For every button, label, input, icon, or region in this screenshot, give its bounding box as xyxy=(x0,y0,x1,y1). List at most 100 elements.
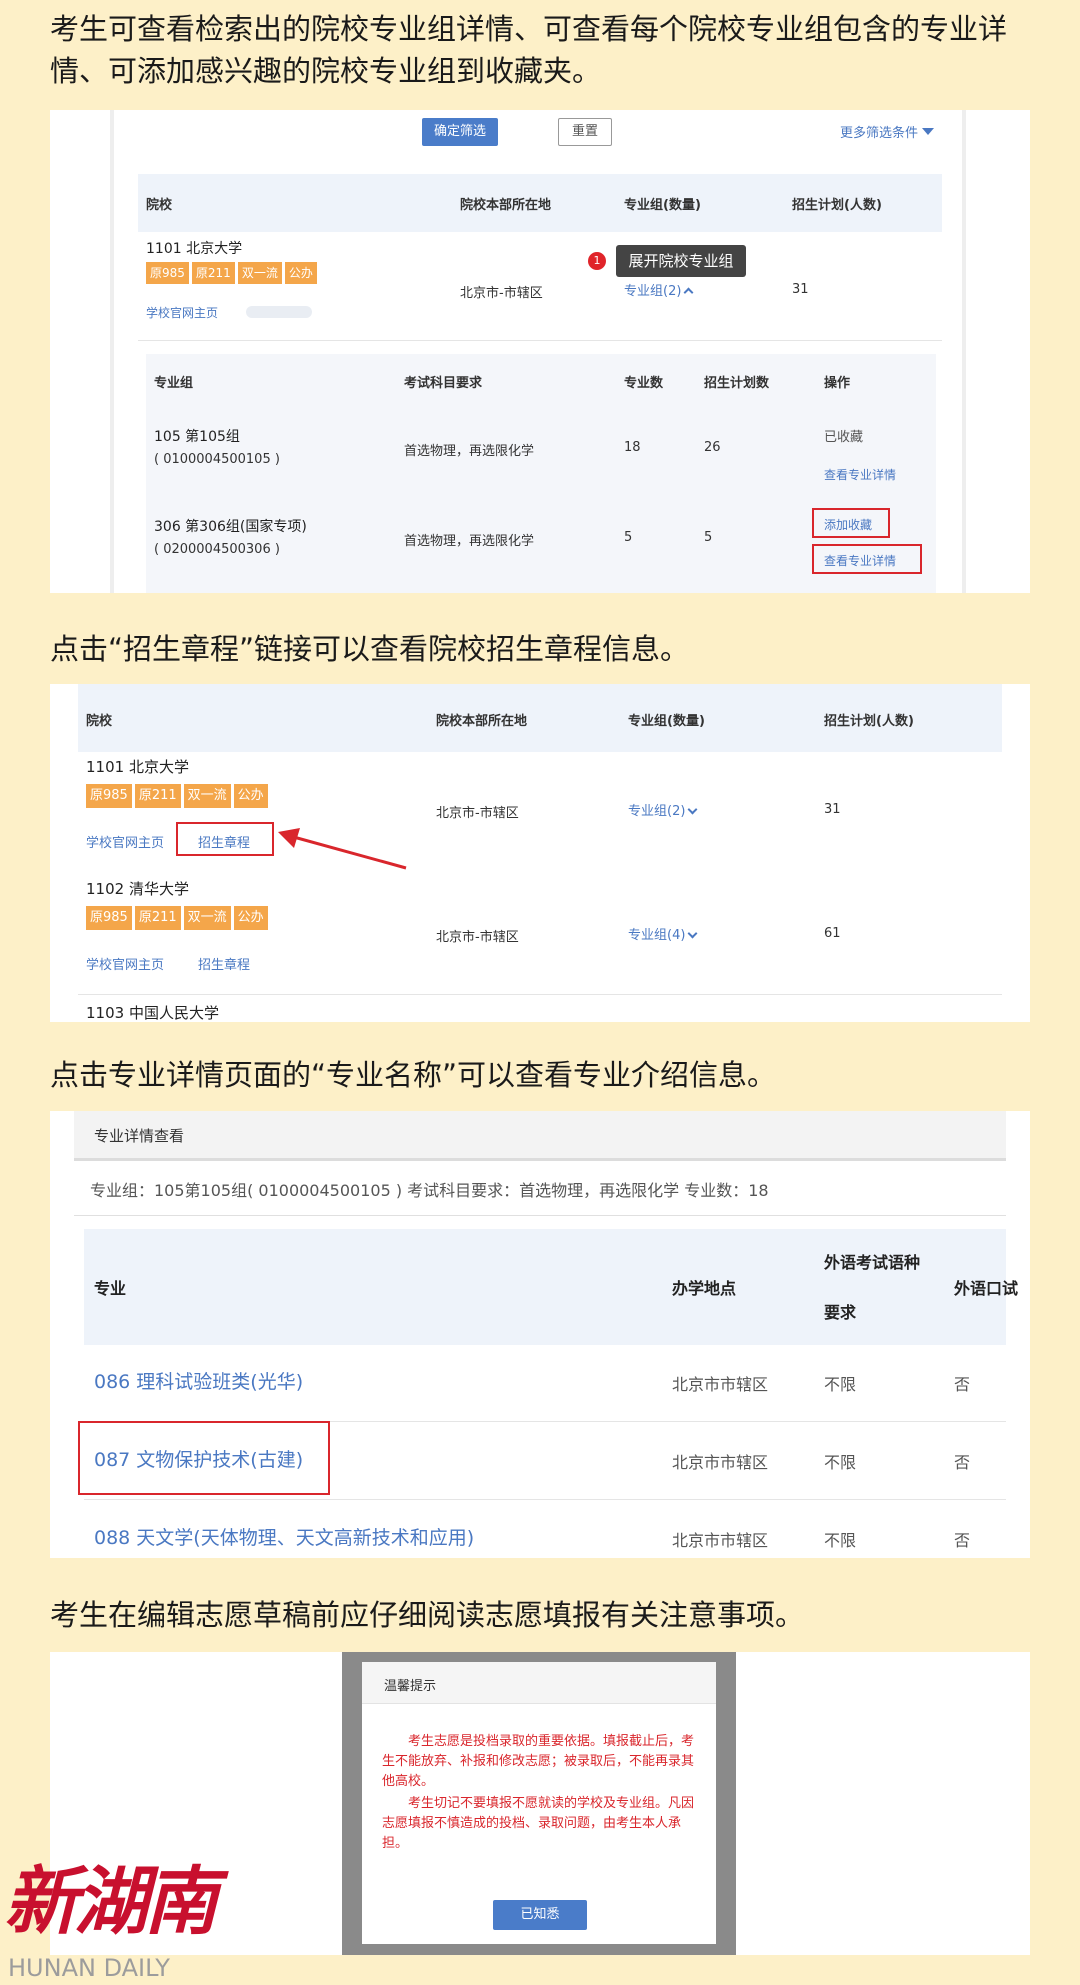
table-header xyxy=(84,1229,1006,1345)
group-name: 105 第105组 xyxy=(154,429,240,445)
header-plan: 招生计划(人数) xyxy=(792,198,882,213)
screenshot-group-details: 确定筛选 重置 更多筛选条件 院校 院校本部所在地 专业组(数量) 招生计划(人… xyxy=(50,110,1030,593)
school-name-partial: 1103 中国人民大学 xyxy=(86,1004,219,1022)
header-groups: 专业组(数量) xyxy=(624,198,701,213)
tag: 原211 xyxy=(134,906,181,930)
header-oral: 外语口试 xyxy=(954,1279,1019,1298)
major-location: 北京市市辖区 xyxy=(672,1375,769,1394)
tag: 原211 xyxy=(134,784,181,808)
groups-label: 专业组(4) xyxy=(628,928,686,943)
panel-edge xyxy=(110,110,114,593)
notice-paragraph-1: 考生志愿是投档录取的重要依据。填报截止后，考生不能放弃、补报和修改志愿；被录取后… xyxy=(382,1734,695,1789)
school-homepage-link[interactable]: 学校官网主页 xyxy=(86,954,164,973)
chevron-up-icon xyxy=(683,287,694,298)
tag: 双一流 xyxy=(183,784,231,808)
major-lang: 不限 xyxy=(824,1453,857,1472)
divider xyxy=(78,994,1002,995)
header-school: 院校 xyxy=(86,714,113,729)
major-name-link[interactable]: 087 文物保护技术(古建) xyxy=(94,1445,303,1472)
school-name: 1102 清华大学 xyxy=(86,880,189,898)
header-lang-req-2: 要求 xyxy=(824,1303,857,1322)
sub-header-subjects: 考试科目要求 xyxy=(404,376,483,391)
dialog-title: 温馨提示 xyxy=(384,1679,437,1694)
group-subjects: 首选物理，再选限化学 xyxy=(404,444,535,459)
major-oral: 否 xyxy=(954,1531,971,1550)
groups-label: 专业组(2) xyxy=(624,284,682,299)
school-tags: 原985 原211 双一流 公办 xyxy=(86,906,271,930)
major-oral: 否 xyxy=(954,1375,971,1394)
school-plan: 61 xyxy=(824,926,841,941)
blurred-url xyxy=(246,306,312,318)
tag: 公办 xyxy=(284,262,317,284)
major-lang: 不限 xyxy=(824,1375,857,1394)
school-location: 北京市-市辖区 xyxy=(460,286,543,301)
screenshot-charter-link: 院校 院校本部所在地 专业组(数量) 招生计划(人数) 1101 北京大学 原9… xyxy=(50,684,1030,1022)
school-homepage-link[interactable]: 学校官网主页 xyxy=(146,304,218,321)
expand-groups-link[interactable]: 专业组(2) xyxy=(628,800,698,819)
tag: 原211 xyxy=(191,262,235,284)
group-subjects: 首选物理，再选限化学 xyxy=(404,534,535,549)
view-major-details-link[interactable]: 查看专业详情 xyxy=(824,466,896,483)
header-school: 院校 xyxy=(146,198,173,213)
sub-header-group: 专业组 xyxy=(154,376,194,391)
group-majors: 5 xyxy=(624,530,633,545)
red-arrow-icon xyxy=(278,828,407,870)
add-favorite-link[interactable]: 添加收藏 xyxy=(824,516,872,533)
group-code: ( 0200004500306 ) xyxy=(154,542,280,557)
expand-groups-link[interactable]: 专业组(4) xyxy=(628,924,698,943)
school-tags: 原985 原211 双一流 公办 xyxy=(146,262,320,284)
group-plan: 5 xyxy=(704,530,713,545)
charter-link[interactable]: 招生章程 xyxy=(198,954,250,973)
view-major-details-link[interactable]: 查看专业详情 xyxy=(824,552,896,569)
major-oral: 否 xyxy=(954,1453,971,1472)
panel-edge xyxy=(962,110,966,593)
group-name: 306 第306组(国家专项) xyxy=(154,519,307,535)
school-location: 北京市-市辖区 xyxy=(436,930,519,945)
group-info: 专业组：105第105组( 0100004500105 ) 考试科目要求：首选物… xyxy=(90,1181,769,1200)
header-plan: 招生计划(人数) xyxy=(824,714,914,729)
group-majors: 18 xyxy=(624,440,641,455)
caption-4: 考生在编辑志愿草稿前应仔细阅读志愿填报有关注意事项。 xyxy=(50,1598,805,1632)
confirm-filter-button[interactable]: 确定筛选 xyxy=(422,118,498,146)
divider xyxy=(84,1499,1006,1500)
notice-paragraph-2: 考生切记不要填报不愿就读的学校及专业组。凡因志愿填报不慎造成的投档、录取问题，由… xyxy=(382,1796,695,1851)
dialog-title: 专业详情查看 xyxy=(94,1127,185,1145)
expand-groups-link[interactable]: 专业组(2) xyxy=(624,280,694,299)
caption-3: 点击专业详情页面的“专业名称”可以查看专业介绍信息。 xyxy=(50,1058,777,1092)
school-location: 北京市-市辖区 xyxy=(436,806,519,821)
major-location: 北京市市辖区 xyxy=(672,1453,769,1472)
tag: 原985 xyxy=(86,784,132,808)
major-name-link[interactable]: 088 天文学(天体物理、天文高新技术和应用) xyxy=(94,1523,474,1550)
hunan-daily-logo: 新湖南 xyxy=(4,1859,218,1945)
caret-down-icon xyxy=(922,128,935,135)
header-groups: 专业组(数量) xyxy=(628,714,705,729)
chevron-down-icon xyxy=(687,804,698,815)
divider xyxy=(74,1215,1006,1216)
favorited-label: 已收藏 xyxy=(824,430,864,445)
tag: 双一流 xyxy=(237,262,282,284)
major-name-link[interactable]: 086 理科试验班类(光华) xyxy=(94,1367,303,1394)
charter-link[interactable]: 招生章程 xyxy=(198,832,250,851)
school-homepage-link[interactable]: 学校官网主页 xyxy=(86,832,164,851)
school-name: 1101 北京大学 xyxy=(146,241,243,257)
sub-header-majors: 专业数 xyxy=(624,376,664,391)
school-tags: 原985 原211 双一流 公办 xyxy=(86,784,271,808)
acknowledge-button[interactable]: 已知悉 xyxy=(493,1900,587,1930)
more-filters-link[interactable]: 更多筛选条件 xyxy=(840,122,935,141)
sub-header-plan: 招生计划数 xyxy=(704,376,770,391)
tag: 原985 xyxy=(146,262,189,284)
divider xyxy=(138,340,942,341)
header-location: 办学地点 xyxy=(672,1279,737,1298)
school-plan: 31 xyxy=(824,802,841,817)
more-filters-label: 更多筛选条件 xyxy=(840,126,919,141)
reset-button[interactable]: 重置 xyxy=(558,118,612,146)
groups-label: 专业组(2) xyxy=(628,804,686,819)
caption-1: 考生可查看检索出的院校专业组详情、可查看每个院校专业组包含的专业详情、可添加感兴… xyxy=(50,12,1008,88)
tooltip-badge: 1 xyxy=(588,252,606,270)
dialog-titlebar xyxy=(74,1111,1006,1161)
chevron-down-icon xyxy=(687,928,698,939)
tag: 公办 xyxy=(233,784,268,808)
header-location: 院校本部所在地 xyxy=(460,198,552,213)
school-plan: 31 xyxy=(792,282,809,297)
tag: 公办 xyxy=(233,906,268,930)
